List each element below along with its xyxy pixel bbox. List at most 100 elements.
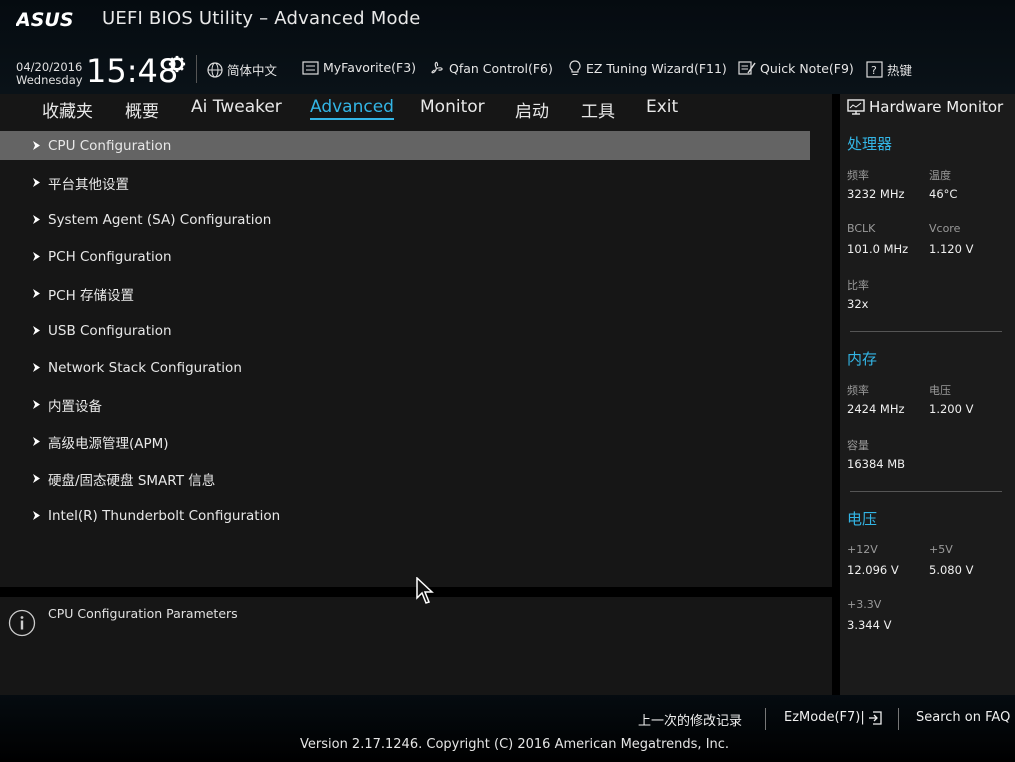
top-bar: ASUS UEFI BIOS Utility – Advanced Mode 0… — [0, 0, 1015, 94]
tab-monitor[interactable]: Monitor — [420, 97, 485, 117]
menu-item-label: USB Configuration — [48, 322, 172, 339]
tab-main[interactable]: 概要 — [125, 97, 159, 122]
v5-label: +5V — [929, 543, 953, 556]
menu-item-label: 内置设备 — [48, 398, 102, 415]
mem-volt-label: 电压 — [929, 384, 951, 397]
favorite-list-icon — [302, 60, 319, 75]
hw-monitor-title-text: Hardware Monitor — [869, 98, 1004, 116]
cpu-section-heading: 处理器 — [847, 135, 893, 153]
help-panel: CPU Configuration Parameters — [0, 597, 832, 695]
menu-item-label: PCH Configuration — [48, 248, 172, 265]
cpu-temp-label: 温度 — [929, 169, 951, 182]
submenu-arrow-icon — [33, 215, 40, 224]
date-display: 04/20/2016 Wednesday — [16, 61, 83, 87]
toolbar-separator — [196, 55, 197, 83]
v12-value: 12.096 V — [847, 563, 899, 577]
note-icon — [738, 61, 756, 75]
bclk-label: BCLK — [847, 222, 876, 235]
hotkeys-button[interactable]: ? 热键 — [866, 60, 912, 79]
submenu-arrow-icon — [33, 141, 40, 150]
qfan-label: Qfan Control(F6) — [449, 61, 553, 76]
footer-separator — [765, 708, 766, 730]
copyright-text: Version 2.17.1246. Copyright (C) 2016 Am… — [300, 737, 730, 752]
weekday: Wednesday — [16, 73, 83, 87]
menu-system-agent[interactable]: System Agent (SA) Configuration — [0, 205, 810, 234]
myfavorite-label: MyFavorite(F3) — [323, 60, 417, 75]
fan-icon — [431, 61, 443, 74]
exit-arrow-icon — [868, 710, 882, 725]
menu-pch-configuration[interactable]: PCH Configuration — [0, 242, 810, 271]
menu-onboard-devices[interactable]: 内置设备 — [0, 390, 810, 419]
ratio-value: 32x — [847, 297, 869, 311]
tab-favorites[interactable]: 收藏夹 — [42, 97, 93, 122]
menu-item-label: Network Stack Configuration — [48, 359, 242, 376]
menu-item-label: 平台其他设置 — [48, 176, 129, 193]
quick-note-button[interactable]: Quick Note(F9) — [738, 60, 854, 76]
cpu-temp-value: 46°C — [929, 187, 958, 201]
mem-cap-label: 容量 — [847, 439, 869, 452]
language-button[interactable]: 简体中文 — [207, 60, 277, 79]
info-icon — [8, 609, 36, 637]
tab-exit[interactable]: Exit — [646, 97, 678, 117]
bclk-value: 101.0 MHz — [847, 242, 909, 256]
asus-logo: ASUS — [16, 9, 74, 29]
submenu-arrow-icon — [33, 363, 40, 372]
menu-item-label: CPU Configuration — [48, 137, 172, 154]
menu-item-label: System Agent (SA) Configuration — [48, 211, 272, 228]
menu-smart-info[interactable]: 硬盘/固态硬盘 SMART 信息 — [0, 464, 810, 493]
menu-apm[interactable]: 高级电源管理(APM) — [0, 427, 810, 456]
menu-thunderbolt[interactable]: Intel(R) Thunderbolt Configuration — [0, 501, 810, 530]
app-title: UEFI BIOS Utility – Advanced Mode — [102, 8, 421, 29]
menu-pch-storage[interactable]: PCH 存储设置 — [0, 279, 810, 308]
clock: 15:48 — [86, 52, 179, 90]
hw-divider — [850, 331, 1002, 332]
submenu-arrow-icon — [33, 474, 40, 483]
help-description: CPU Configuration Parameters — [48, 606, 238, 621]
menu-network-stack[interactable]: Network Stack Configuration — [0, 353, 810, 382]
submenu-arrow-icon — [33, 326, 40, 335]
menu-usb-configuration[interactable]: USB Configuration — [0, 316, 810, 345]
memory-section-heading: 内存 — [847, 350, 878, 368]
ratio-label: 比率 — [847, 279, 869, 292]
gear-icon[interactable] — [168, 55, 186, 73]
menu-item-label: 硬盘/固态硬盘 SMART 信息 — [48, 472, 216, 489]
submenu-arrow-icon — [33, 178, 40, 187]
qfan-button[interactable]: Qfan Control(F6) — [428, 60, 553, 77]
footer-separator — [898, 708, 899, 730]
tab-ai-tweaker[interactable]: Ai Tweaker — [191, 97, 282, 117]
mem-volt-value: 1.200 V — [929, 402, 974, 416]
mem-freq-value: 2424 MHz — [847, 402, 905, 416]
search-faq-button[interactable]: Search on FAQ — [916, 710, 1010, 725]
quick-note-label: Quick Note(F9) — [760, 60, 854, 76]
help-key-icon: ? — [866, 61, 883, 78]
menu-platform-misc[interactable]: 平台其他设置 — [0, 168, 810, 197]
menu-item-label: PCH 存储设置 — [48, 287, 135, 304]
voltage-section-heading: 电压 — [847, 510, 878, 528]
tab-boot[interactable]: 启动 — [515, 97, 549, 122]
hw-monitor-title: Hardware Monitor — [847, 98, 1003, 116]
advanced-menu-panel: CPU Configuration 平台其他设置 System Agent (S… — [0, 124, 832, 587]
submenu-arrow-icon — [33, 511, 40, 520]
v12-label: +12V — [847, 543, 878, 556]
ez-tuning-label: EZ Tuning Wizard(F11) — [586, 61, 727, 76]
svg-text:?: ? — [871, 64, 877, 77]
tab-advanced[interactable]: Advanced — [310, 97, 394, 120]
menu-item-label: Intel(R) Thunderbolt Configuration — [48, 507, 281, 524]
v33-label: +3.3V — [847, 598, 882, 611]
vcore-value: 1.120 V — [929, 242, 974, 256]
submenu-arrow-icon — [33, 400, 40, 409]
vcore-label: Vcore — [929, 222, 961, 235]
tab-tool[interactable]: 工具 — [581, 97, 615, 122]
ez-tuning-button[interactable]: EZ Tuning Wizard(F11) — [568, 60, 727, 77]
globe-icon — [207, 61, 223, 78]
ezmode-button[interactable]: EzMode(F7)| — [784, 710, 882, 725]
last-changes-button[interactable]: 上一次的修改记录 — [638, 710, 742, 729]
hw-divider — [850, 491, 1002, 492]
v33-value: 3.344 V — [847, 618, 892, 632]
menu-cpu-configuration[interactable]: CPU Configuration — [0, 131, 810, 160]
v5-value: 5.080 V — [929, 563, 974, 577]
hotkeys-label: 热键 — [887, 63, 913, 78]
myfavorite-button[interactable]: MyFavorite(F3) — [302, 60, 416, 75]
lightbulb-icon — [569, 60, 581, 75]
main-tabs: 收藏夹 概要 Ai Tweaker Advanced Monitor 启动 工具… — [0, 94, 832, 124]
